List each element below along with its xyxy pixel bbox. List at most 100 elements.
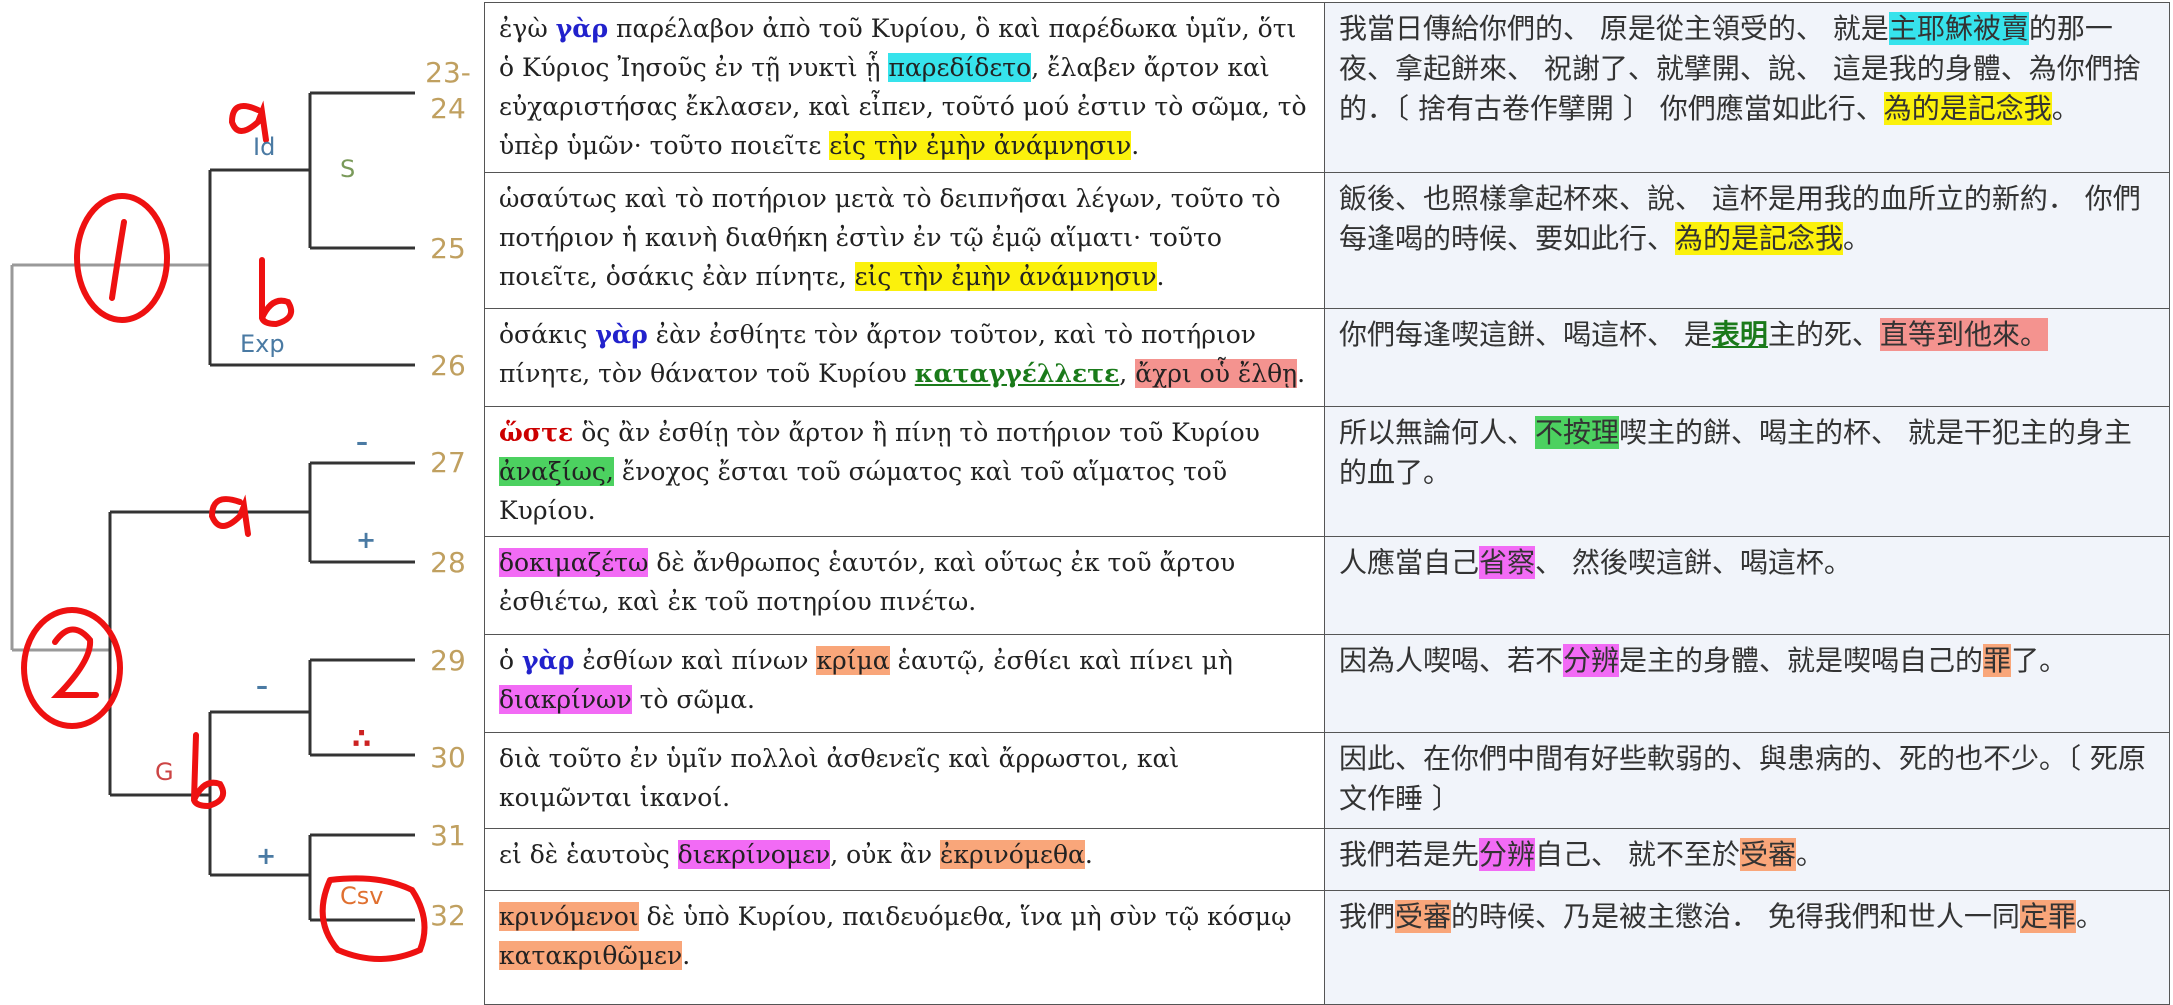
text-run: 自己、 就不至於 — [1535, 838, 1740, 871]
highlight-orange: κατακριθῶμεν — [499, 941, 683, 970]
conjunction-hoste: ὥστε — [499, 418, 574, 447]
parallel-text-table: ἐγὼ γὰρ παρέλαβον ἀπὸ τοῦ Κυρίου, ὃ καὶ … — [484, 2, 2170, 1005]
label-minus-29: – — [256, 672, 268, 700]
annotation-numeral-1 — [109, 219, 127, 301]
text-run: . — [1084, 840, 1093, 869]
chinese-cell: 我當日傳給你們的、 原是從主領受的、 就是主耶穌被賣的那一夜、拿起餅來、 祝謝了… — [1324, 2, 2170, 173]
text-run: 我們若是先 — [1339, 838, 1480, 871]
text-run: 是主的身體、就是喫喝自己的 — [1619, 644, 1984, 677]
highlight-cyan: 主耶穌被賣 — [1888, 12, 2029, 45]
emphasis-word: 表明 — [1711, 318, 1768, 351]
text-run: τὸ σῶμα. — [631, 685, 755, 714]
table-row: διὰ τοῦτο ἐν ὑμῖν πολλοὶ ἀσθενεῖς καὶ ἄρ… — [484, 732, 2170, 829]
text-run: ὃς ἂν ἐσθίῃ τὸν ἄρτον ἢ πίνῃ τὸ ποτήριον… — [573, 418, 1260, 447]
conjunction-gar: γὰρ — [555, 14, 609, 43]
discourse-tree — [10, 91, 428, 962]
highlight-yellow: εἰς τὴν ἐμὴν ἀνάμνησιν — [829, 131, 1132, 160]
text-run: . — [682, 941, 691, 970]
annotation-letter-b-upper — [259, 257, 294, 328]
highlight-red: 直等到他來。 — [1879, 318, 2048, 351]
highlight-orange: κρίμα — [816, 646, 890, 675]
highlight-green: 不按理 — [1535, 416, 1620, 449]
greek-cell: δοκιμαζέτω δὲ ἄνθρωπος ἑαυτόν, καὶ οὕτως… — [484, 536, 1325, 635]
text-run: 。 — [1795, 838, 1824, 871]
handwritten-annotations — [21, 100, 428, 962]
verse-number: 31 — [430, 819, 466, 852]
label-csv: Csv — [340, 882, 384, 910]
text-run: 你們每逢喫這餅、喝這杯、 是 — [1339, 318, 1712, 351]
highlight-red: ἄχρι οὗ ἔλθῃ — [1135, 359, 1298, 388]
verse-number: 29 — [430, 644, 466, 677]
greek-cell: ἐγὼ γὰρ παρέλαβον ἀπὸ τοῦ Κυρίου, ὃ καὶ … — [484, 2, 1325, 173]
verse-number: 25 — [430, 232, 466, 265]
table-row: ὡσαύτως καὶ τὸ ποτήριον μετὰ τὸ δειπνῆσα… — [484, 172, 2170, 309]
highlight-orange: 定罪 — [2019, 900, 2076, 933]
label-g: G — [155, 758, 174, 786]
highlight-yellow: 為的是記念我 — [1675, 222, 1844, 255]
conjunction-gar: γὰρ — [595, 320, 648, 349]
chinese-cell: 我們若是先分辨自己、 就不至於受審。 — [1324, 828, 2170, 891]
chinese-cell: 因為人喫喝、若不分辨是主的身體、就是喫喝自己的罪了。 — [1324, 634, 2170, 733]
table-row: ὁ γὰρ ἐσθίων καὶ πίνων κρίμα ἑαυτῷ, ἐσθί… — [484, 634, 2170, 733]
chinese-cell: 因此、在你們中間有好些軟弱的、與患病的、死的也不少。〔 死原文作睡 〕 — [1324, 732, 2170, 829]
text-run: ὁ — [499, 646, 522, 675]
text-run: ἐσθίων καὶ πίνων — [574, 646, 817, 675]
highlight-yellow: 為的是記念我 — [1883, 92, 2052, 125]
text-run: 人應當自己 — [1339, 546, 1480, 579]
label-minus-27: – — [356, 428, 368, 456]
chinese-cell: 我們受審的時候、乃是被主懲治． 免得我們和世人一同定罪。 — [1324, 890, 2170, 1005]
text-run: 我當日傳給你們的、 原是從主領受的、 就是 — [1339, 12, 1889, 45]
text-run: 、 然後喫這餅、喝這杯。 — [1535, 546, 1852, 579]
text-run: δὲ ὑπὸ Κυρίου, παιδευόμεθα, ἵνα μὴ σὺν τ… — [638, 902, 1292, 931]
text-run: 。 — [2075, 900, 2104, 933]
label-plus-31: + — [256, 842, 277, 870]
text-run: . — [1131, 131, 1140, 160]
label-id: Id — [253, 133, 276, 161]
greek-cell: ὥστε ὃς ἂν ἐσθίῃ τὸν ἄρτον ἢ πίνῃ τὸ ποτ… — [484, 406, 1325, 537]
table-row: ὁσάκις γὰρ ἐὰν ἐσθίητε τὸν ἄρτον τοῦτον,… — [484, 308, 2170, 407]
highlight-pink: 省察 — [1479, 546, 1536, 579]
greek-cell: εἰ δὲ ἑαυτοὺς διεκρίνομεν, οὐκ ἂν ἐκρινό… — [484, 828, 1325, 891]
verse-number: 24 — [430, 92, 466, 125]
table-row: ἐγὼ γὰρ παρέλαβον ἀπὸ τοῦ Κυρίου, ὃ καὶ … — [484, 2, 2170, 173]
label-plus-28: + — [356, 526, 377, 554]
text-run: 。 — [1843, 222, 1872, 255]
text-run: , — [1119, 359, 1136, 388]
verse-number: 30 — [430, 741, 466, 774]
highlight-cyan: παρεδίδετο — [888, 53, 1032, 82]
emphasis-word: καταγγέλλετε — [914, 359, 1120, 388]
highlight-green: ἀναξίως, — [499, 457, 614, 486]
chinese-cell: 人應當自己省察、 然後喫這餅、喝這杯。 — [1324, 536, 2170, 635]
text-run: 主的死、 — [1767, 318, 1880, 351]
text-run: εἰ δὲ ἑαυτοὺς — [499, 840, 678, 869]
highlight-orange: κρινόμενοι — [499, 902, 639, 931]
text-run: ἐγὼ — [499, 14, 556, 43]
verse-number: 32 — [430, 899, 466, 932]
text-run: διὰ τοῦτο ἐν ὑμῖν πολλοὶ ἀσθενεῖς καὶ ἄρ… — [499, 744, 1180, 812]
text-run: , οὐκ ἂν — [830, 840, 940, 869]
chinese-cell: 你們每逢喫這餅、喝這杯、 是表明主的死、直等到他來。 — [1324, 308, 2170, 407]
greek-cell: κρινόμενοι δὲ ὑπὸ Κυρίου, παιδευόμεθα, ἵ… — [484, 890, 1325, 1005]
text-run: 了。 — [2011, 644, 2068, 677]
highlight-orange: ἐκρινόμεθα — [939, 840, 1085, 869]
verse-number: 26 — [430, 349, 466, 382]
annotation-circle-1 — [74, 193, 170, 323]
chinese-cell: 所以無論何人、不按理喫主的餅、喝主的杯、 就是干犯主的身主的血了。 — [1324, 406, 2170, 537]
greek-cell: ὁσάκις γὰρ ἐὰν ἐσθίητε τὸν ἄρτον τοῦτον,… — [484, 308, 1325, 407]
highlight-pink: διακρίνων — [499, 685, 632, 714]
label-exp: Exp — [240, 330, 285, 358]
annotation-letter-a-lower — [208, 494, 251, 537]
chinese-cell: 飯後、也照樣拿起杯來、說、 這杯是用我的血所立的新約． 你們每逢喝的時候、要如此… — [1324, 172, 2170, 309]
greek-cell: ὡσαύτως καὶ τὸ ποτήριον μετὰ τὸ δειπνῆσα… — [484, 172, 1325, 309]
text-run: 我們 — [1339, 900, 1396, 933]
text-run: 所以無論何人、 — [1339, 416, 1536, 449]
text-run: ὁσάκις — [499, 320, 596, 349]
label-s: S — [340, 155, 356, 183]
highlight-pink: διεκρίνομεν — [677, 840, 831, 869]
table-row: εἰ δὲ ἑαυτοὺς διεκρίνομεν, οὐκ ἂν ἐκρινό… — [484, 828, 2170, 891]
text-run: 。 — [2051, 92, 2080, 125]
greek-cell: διὰ τοῦτο ἐν ὑμῖν πολλοὶ ἀσθενεῖς καὶ ἄρ… — [484, 732, 1325, 829]
table-row: δοκιμαζέτω δὲ ἄνθρωπος ἑαυτόν, καὶ οὕτως… — [484, 536, 2170, 635]
highlight-pink: δοκιμαζέτω — [499, 548, 649, 577]
text-run: . — [1156, 262, 1165, 291]
